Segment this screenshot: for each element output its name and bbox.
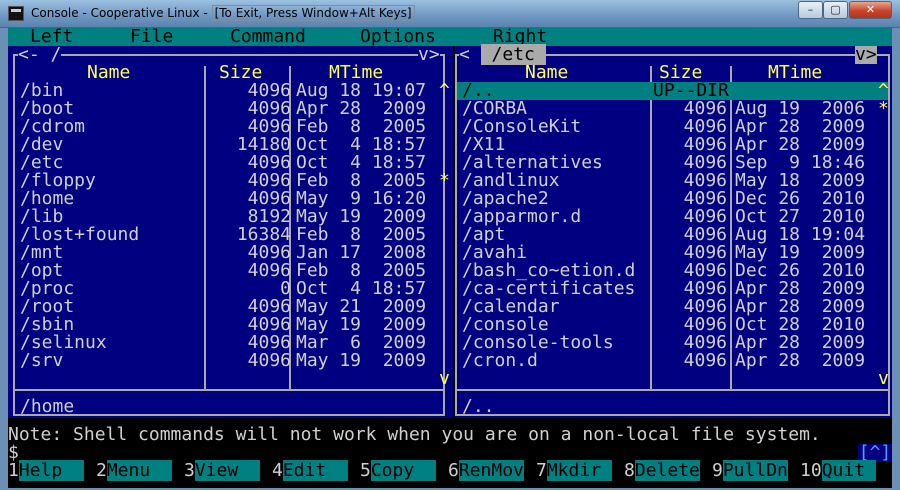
fkey-number: 10 — [800, 460, 822, 481]
shell-note: Note: Shell commands will not work when … — [8, 424, 821, 445]
left-scroll-up[interactable]: ^ — [439, 82, 450, 100]
title-bar[interactable]: Console - Cooperative Linux - [To Exit, … — [0, 0, 900, 28]
right-panel[interactable]: < /etc v> Name Size MTime /.. UP--DIR/COR… — [455, 44, 892, 418]
right-status-divider — [455, 389, 890, 391]
left-nav-prev[interactable]: <- / — [18, 44, 62, 65]
file-mtime: Apr 28 2009 — [735, 350, 866, 371]
fkey-label: Mkdir — [546, 460, 612, 481]
left-scroll-thumb[interactable]: * — [439, 172, 450, 190]
window-title: Console - Cooperative Linux - [To Exit, … — [31, 5, 415, 21]
fkey-label: Copy — [370, 460, 436, 481]
left-col-name[interactable]: Name — [87, 64, 130, 82]
fkey-label: View — [194, 460, 260, 481]
fkey-number: 8 — [624, 460, 635, 481]
fkey-number: 4 — [272, 460, 283, 481]
right-nav-prev-label: < — [459, 44, 470, 65]
fkey-5[interactable]: 5Copy — [360, 460, 436, 481]
maximize-button[interactable]: ▢ — [823, 1, 848, 19]
fkey-label: Help — [18, 460, 84, 481]
fkey-7[interactable]: 7Mkdir — [536, 460, 612, 481]
fkey-2[interactable]: 2Menu — [96, 460, 172, 481]
function-key-bar: 1Help 2Menu 3View 4Edit 5Copy 6RenMov 7Mk… — [8, 460, 892, 481]
file-name: /srv — [20, 350, 64, 371]
left-status-divider — [13, 389, 445, 391]
close-button[interactable]: ✕ — [849, 1, 892, 19]
console-window: Console - Cooperative Linux - [To Exit, … — [0, 0, 900, 490]
left-panel-path: / — [39, 44, 62, 65]
file-size: 4096 — [247, 350, 291, 371]
right-nav-next[interactable]: v> — [855, 46, 877, 64]
file-row[interactable]: /cron.d 4096 Apr 28 2009 — [457, 352, 888, 370]
file-size: 4096 — [247, 260, 291, 281]
fkey-8[interactable]: 8Delete — [624, 460, 700, 481]
fkey-9[interactable]: 9PullDn — [712, 460, 788, 481]
fkey-4[interactable]: 4Edit — [272, 460, 348, 481]
left-panel[interactable]: <- / v> Name Size MTime /bin 4096 Aug 18 1… — [8, 46, 453, 418]
file-size: 4096 — [683, 350, 727, 371]
window-title-text: Console - Cooperative Linux - — [31, 6, 212, 20]
fkey-number: 3 — [184, 460, 195, 481]
fkey-label: PullDn — [722, 460, 788, 481]
fkey-6[interactable]: 6RenMov — [448, 460, 524, 481]
left-nav-next[interactable]: v> — [418, 46, 440, 64]
fkey-label: Menu — [106, 460, 172, 481]
fkey-number: 7 — [536, 460, 547, 481]
file-mtime: May 19 2009 — [296, 350, 427, 371]
menu-bar: Left File Command Options Right — [8, 28, 892, 46]
terminal[interactable]: Left File Command Options Right <- / v> … — [8, 28, 892, 488]
minimize-button[interactable]: – — [798, 1, 823, 19]
right-scroll-thumb[interactable]: * — [878, 100, 889, 118]
left-status-path: /home — [20, 396, 75, 417]
fkey-1[interactable]: 1Help — [8, 460, 84, 481]
left-nav-prev-label: <- — [18, 44, 40, 65]
file-row[interactable]: /srv 4096 May 19 2009 — [15, 352, 443, 370]
console-app-icon — [8, 6, 24, 21]
fkey-label: Delete — [634, 460, 700, 481]
fkey-number: 2 — [96, 460, 107, 481]
fkey-label: RenMov — [458, 460, 524, 481]
right-scroll-down[interactable]: v — [878, 370, 889, 388]
left-scroll-down[interactable]: v — [439, 370, 450, 388]
menu-file[interactable]: File — [130, 28, 173, 46]
fkey-number: 1 — [8, 460, 19, 481]
window-exit-hint: [To Exit, Press Window+Alt Keys] — [211, 5, 415, 21]
file-name: /cron.d — [462, 350, 538, 371]
fkey-number: 5 — [360, 460, 371, 481]
right-col-mtime[interactable]: MTime — [768, 64, 822, 82]
fkey-3[interactable]: 3View — [184, 460, 260, 481]
right-status-path: /.. — [462, 396, 495, 417]
fkey-number: 9 — [712, 460, 723, 481]
fkey-10[interactable]: 10Quit — [800, 460, 876, 481]
right-col-name[interactable]: Name — [525, 64, 568, 82]
fkey-label: Quit — [821, 460, 876, 481]
menu-command[interactable]: Command — [230, 28, 306, 46]
fkey-label: Edit — [282, 460, 348, 481]
fkey-number: 6 — [448, 460, 459, 481]
